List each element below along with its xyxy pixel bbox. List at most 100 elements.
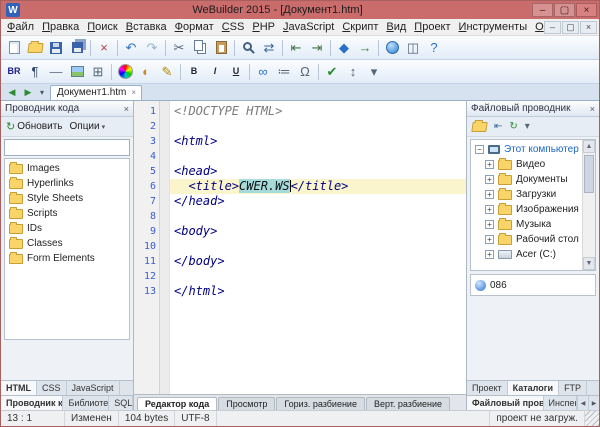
- file-tree-item[interactable]: +Изображения: [472, 202, 581, 217]
- menu-item[interactable]: Вид: [382, 20, 410, 34]
- expand-icon[interactable]: +: [485, 235, 494, 244]
- scrollbar-thumb[interactable]: [584, 155, 594, 193]
- tab-list-dropdown[interactable]: ▾: [36, 85, 48, 99]
- paste-button[interactable]: [211, 38, 231, 58]
- cut-button[interactable]: ✂: [169, 38, 189, 58]
- mdi-close-button[interactable]: ×: [580, 21, 597, 34]
- scroll-up-icon[interactable]: ▲: [583, 140, 595, 153]
- validate-button[interactable]: ✔: [322, 62, 342, 82]
- menu-item[interactable]: Файл: [3, 20, 38, 34]
- left-panel-tab-0[interactable]: Проводник кода: [1, 396, 63, 410]
- left-panel-tab-2[interactable]: SQL: [109, 396, 133, 410]
- menu-item[interactable]: Проект: [410, 20, 454, 34]
- maximize-button[interactable]: ▢: [554, 3, 575, 17]
- expand-icon[interactable]: +: [485, 220, 494, 229]
- code-explorer-folder[interactable]: Classes: [6, 236, 128, 251]
- file-tree-item[interactable]: +Загрузки: [472, 187, 581, 202]
- tab-close-icon[interactable]: ×: [131, 88, 136, 97]
- edit-pencil-button[interactable]: ✎: [157, 62, 177, 82]
- br-tag-button[interactable]: BR: [4, 62, 24, 82]
- menu-item[interactable]: Скрипт: [338, 20, 382, 34]
- code-explorer-folder[interactable]: Scripts: [6, 206, 128, 221]
- tab-scroll-right-icon[interactable]: ▶: [588, 396, 599, 410]
- options-button[interactable]: Опции ▾: [68, 120, 108, 133]
- undo-button[interactable]: ↶: [121, 38, 141, 58]
- right-mode-tab-2[interactable]: FTP: [559, 381, 587, 395]
- resize-grip[interactable]: [585, 411, 599, 426]
- list-tag-button[interactable]: ≔: [274, 62, 294, 82]
- document-tab[interactable]: Документ1.htm ×: [50, 85, 142, 100]
- right-mode-tab-1[interactable]: Каталоги: [508, 381, 559, 395]
- menu-item[interactable]: Правка: [38, 20, 83, 34]
- code-area[interactable]: 12345678910111213 <!DOCTYPE HTML><html><…: [134, 101, 466, 394]
- new-folder-button[interactable]: [470, 121, 489, 133]
- lang-tab-1[interactable]: CSS: [37, 381, 67, 395]
- outdent-button[interactable]: ⇤: [286, 38, 306, 58]
- preview-in-browser-button[interactable]: [382, 38, 402, 58]
- link-button[interactable]: ∞: [253, 62, 273, 82]
- save-all-button[interactable]: [67, 38, 87, 58]
- right-mode-tab-0[interactable]: Проект: [467, 381, 508, 395]
- view-tab-2[interactable]: Гориз. разбиение: [276, 397, 365, 410]
- code-explorer-close-icon[interactable]: ×: [124, 104, 129, 114]
- redo-button[interactable]: ↷: [142, 38, 162, 58]
- close-document-button[interactable]: ×: [94, 38, 114, 58]
- color-wheel-button[interactable]: [115, 62, 135, 82]
- expand-icon[interactable]: +: [485, 175, 494, 184]
- menu-item[interactable]: Опции: [531, 20, 544, 34]
- more-options-button[interactable]: ▾: [364, 62, 384, 82]
- refresh-button[interactable]: ↻ Обновить: [4, 119, 65, 134]
- close-button[interactable]: ×: [576, 3, 597, 17]
- code-explorer-folder[interactable]: Images: [6, 161, 128, 176]
- paragraph-tag-button[interactable]: ¶: [25, 62, 45, 82]
- expand-icon[interactable]: +: [485, 205, 494, 214]
- bookmark-button[interactable]: ◆: [334, 38, 354, 58]
- palette-button[interactable]: ◐: [136, 62, 156, 82]
- right-panel-tab-1[interactable]: Инспект: [544, 396, 577, 410]
- image-tag-button[interactable]: [67, 62, 87, 82]
- save-button[interactable]: [46, 38, 66, 58]
- file-tree-item[interactable]: +Музыка: [472, 217, 581, 232]
- menu-item[interactable]: Вставка: [122, 20, 171, 34]
- menu-item[interactable]: Поиск: [83, 20, 121, 34]
- code-explorer-search-input[interactable]: [4, 139, 130, 156]
- menu-item[interactable]: Формат: [171, 20, 218, 34]
- menu-item[interactable]: JavaScript: [279, 20, 338, 34]
- nav-back-button[interactable]: ◀: [4, 85, 20, 99]
- expand-icon[interactable]: +: [485, 250, 494, 259]
- new-document-button[interactable]: [4, 38, 24, 58]
- tree-scrollbar[interactable]: ▲ ▼: [582, 140, 595, 270]
- menu-item[interactable]: CSS: [218, 20, 249, 34]
- file-tree-root[interactable]: −Этот компьютер: [472, 142, 581, 157]
- italic-button[interactable]: I: [205, 62, 225, 82]
- table-tag-button[interactable]: ⊞: [88, 62, 108, 82]
- view-tab-0[interactable]: Редактор кода: [137, 397, 217, 410]
- file-tree-item[interactable]: +Видео: [472, 157, 581, 172]
- code-explorer-folder[interactable]: Form Elements: [6, 251, 128, 266]
- right-panel-tab-0[interactable]: Файловый проводник: [467, 396, 544, 410]
- sort-button[interactable]: ↕: [343, 62, 363, 82]
- expand-icon[interactable]: +: [485, 160, 494, 169]
- minimize-button[interactable]: –: [532, 3, 553, 17]
- replace-button[interactable]: ⇄: [259, 38, 279, 58]
- file-explorer-close-icon[interactable]: ×: [590, 104, 595, 114]
- lang-tab-2[interactable]: JavaScript: [67, 381, 120, 395]
- mdi-restore-button[interactable]: ▢: [562, 21, 579, 34]
- file-tree-item[interactable]: +Рабочий стол: [472, 232, 581, 247]
- special-char-button[interactable]: Ω: [295, 62, 315, 82]
- menu-item[interactable]: Инструменты: [455, 20, 532, 34]
- server-list-item[interactable]: 086: [470, 274, 596, 296]
- goto-line-button[interactable]: →: [355, 38, 375, 58]
- split-view-button[interactable]: ◫: [403, 38, 423, 58]
- bold-button[interactable]: B: [184, 62, 204, 82]
- mdi-minimize-button[interactable]: –: [544, 21, 561, 34]
- menu-item[interactable]: PHP: [248, 20, 279, 34]
- scrollbar-track[interactable]: [583, 153, 595, 257]
- indent-button[interactable]: ⇥: [307, 38, 327, 58]
- code-explorer-folder[interactable]: IDs: [6, 221, 128, 236]
- up-one-level-button[interactable]: ⇤: [492, 120, 504, 133]
- expand-icon[interactable]: +: [485, 190, 494, 199]
- underline-button[interactable]: U: [226, 62, 246, 82]
- scroll-down-icon[interactable]: ▼: [583, 257, 595, 270]
- collapse-icon[interactable]: −: [475, 145, 484, 154]
